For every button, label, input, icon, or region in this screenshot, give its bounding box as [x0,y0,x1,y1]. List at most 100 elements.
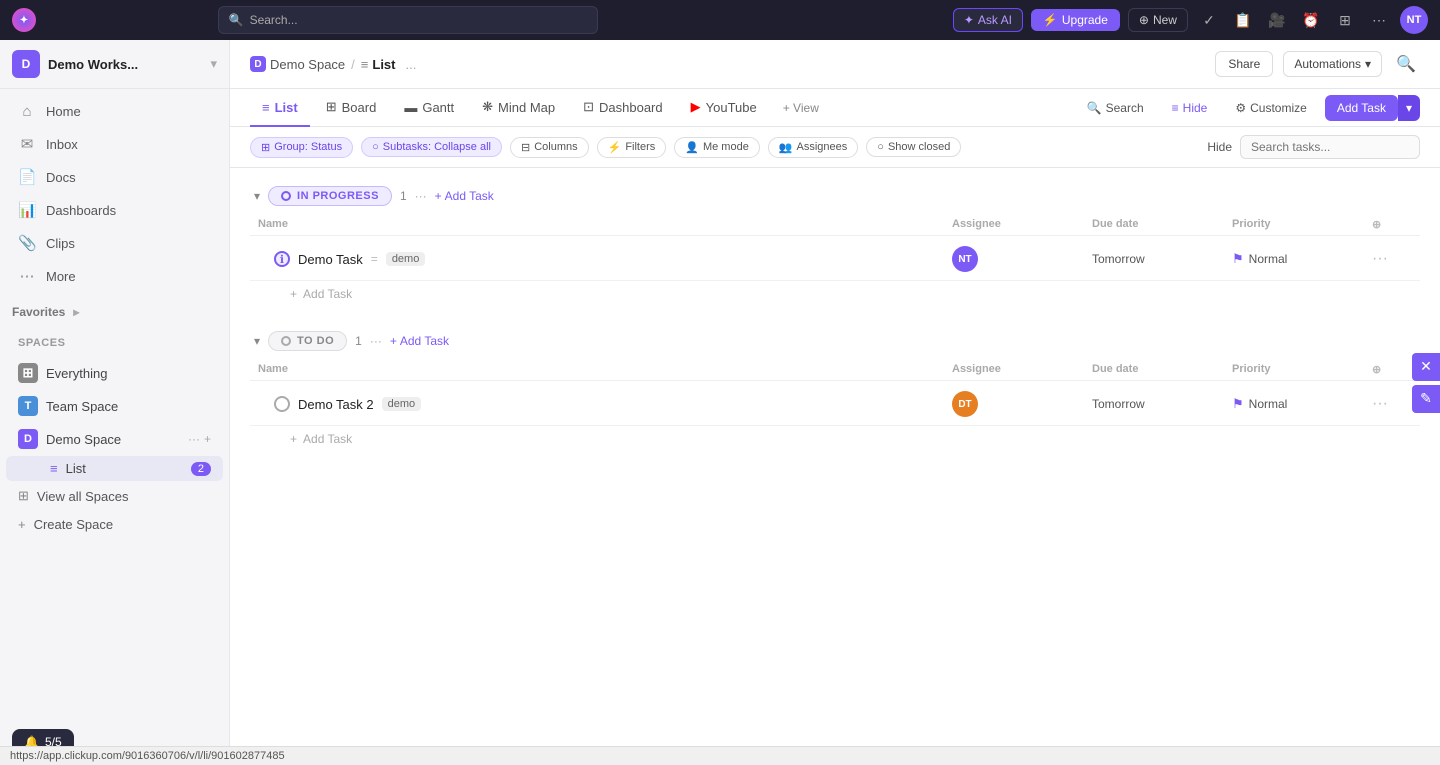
add-task-row-to-do[interactable]: + Add Task [250,426,1420,452]
task-row[interactable]: Demo Task = demo NT Tomorrow ⚑ Normal ··… [250,238,1420,281]
col-name-in-progress: Name [258,218,952,231]
video-icon[interactable]: 🎥 [1264,7,1290,33]
add-view-button[interactable]: + View [773,93,829,123]
add-task-button[interactable]: Add Task [1325,95,1398,121]
sidebar-item-demo-space[interactable]: D Demo Space ··· + [6,423,223,455]
filter-hide-button[interactable]: Hide [1207,140,1232,154]
add-task-row-in-progress[interactable]: + Add Task [250,281,1420,307]
clock-icon[interactable]: ⏰ [1298,7,1324,33]
filters-icon: ⚡ [608,141,622,154]
everything-icon: ⊞ [18,363,38,383]
subtasks-label: Subtasks: Collapse all [383,141,491,153]
group-chevron-in-progress[interactable]: ▾ [254,189,260,203]
breadcrumb-list[interactable]: ≡ List [361,57,396,72]
task-row[interactable]: Demo Task 2 demo DT Tomorrow ⚑ Normal ··… [250,383,1420,426]
new-button[interactable]: ⊕ New [1128,8,1188,32]
demo-space-add-btn[interactable]: + [204,432,211,446]
sidebar-item-everything[interactable]: ⊞ Everything [6,357,223,389]
filter-chip-columns[interactable]: ⊟ Columns [510,137,589,158]
global-search[interactable]: 🔍 Search... [218,6,598,34]
hide-icon: ≡ [1172,101,1179,115]
sidebar-item-docs-label: Docs [46,170,76,185]
upgrade-button[interactable]: ⚡ Upgrade [1031,9,1120,31]
user-avatar-top[interactable]: NT [1400,6,1428,34]
tab-gantt[interactable]: ▬ Gantt [392,90,466,127]
group-more-in-progress[interactable]: ··· [415,189,427,203]
right-float-close-btn[interactable]: ✕ [1412,353,1440,381]
tab-board[interactable]: ⊞ Board [314,89,389,127]
breadcrumb-demo-space[interactable]: D Demo Space [250,56,345,72]
sidebar-item-team-space-label: Team Space [46,399,118,414]
group-header-to-do[interactable]: ▾ TO DO 1 ··· + Add Task [250,323,1420,359]
favorites-section[interactable]: Favorites ▸ [0,299,229,325]
col-add-to-do[interactable]: ⊕ [1372,363,1412,376]
filter-chip-subtasks[interactable]: ○ Subtasks: Collapse all [361,137,502,157]
group-chevron-to-do[interactable]: ▾ [254,334,260,348]
header-search-button[interactable]: 🔍 [1392,50,1420,78]
tab-youtube[interactable]: ▶ YouTube [679,89,769,127]
filter-chip-group-status[interactable]: ⊞ Group: Status [250,137,353,158]
filter-chip-me-mode[interactable]: 👤 Me mode [674,137,760,158]
group-header-in-progress[interactable]: ▾ IN PROGRESS 1 ··· + Add Task [250,178,1420,214]
demo-space-more-btn[interactable]: ··· [188,432,200,446]
sidebar-item-dashboards-label: Dashboards [46,203,116,218]
add-task-chevron-button[interactable]: ▾ [1398,95,1420,121]
group-status-label-in-progress: IN PROGRESS [297,190,379,202]
calendar-icon[interactable]: 📋 [1230,7,1256,33]
col-name-to-do: Name [258,363,952,376]
filter-chip-show-closed[interactable]: ○ Show closed [866,137,961,157]
filter-bar: ⊞ Group: Status ○ Subtasks: Collapse all… [230,127,1440,168]
right-float-buttons: ✕ ✎ [1412,353,1440,413]
filter-chip-filters[interactable]: ⚡ Filters [597,137,667,158]
sidebar-item-more[interactable]: ⋯ More [6,260,223,292]
filter-chip-assignees[interactable]: 👥 Assignees [768,137,858,158]
check-icon[interactable]: ✓ [1196,7,1222,33]
col-add-in-progress[interactable]: ⊕ [1372,218,1412,231]
group-add-task-to-do[interactable]: + Add Task [390,334,449,348]
task-assignee-avatar-1: NT [952,246,978,272]
demo-space-icon: D [18,429,38,449]
task-priority-label-2: Normal [1249,397,1288,411]
automations-button[interactable]: Automations ▾ [1283,51,1382,77]
sidebar-item-inbox[interactable]: ✉ Inbox [6,128,223,160]
group-add-task-in-progress[interactable]: + Add Task [435,189,494,203]
hide-button[interactable]: ≡ Hide [1162,96,1218,120]
tab-dashboard[interactable]: ⊡ Dashboard [571,89,675,127]
sidebar-item-home[interactable]: ⌂ Home [6,96,223,127]
sidebar-item-clips[interactable]: 📎 Clips [6,227,223,259]
ask-ai-button[interactable]: ✦ Ask AI [953,8,1023,32]
search-tasks-input[interactable] [1240,135,1420,159]
group-status-label-to-do: TO DO [297,335,334,347]
top-nav-right: ✦ Ask AI ⚡ Upgrade ⊕ New ✓ 📋 🎥 ⏰ ⊞ ⋯ NT [953,6,1428,34]
tab-youtube-icon: ▶ [691,99,701,115]
apps-icon[interactable]: ⋯ [1366,7,1392,33]
sidebar-item-dashboards[interactable]: 📊 Dashboards [6,194,223,226]
workspace-selector[interactable]: D Demo Works... ▾ [0,40,229,89]
group-more-to-do[interactable]: ··· [370,334,382,348]
task-status-icon-todo [274,396,290,412]
tab-list[interactable]: ≡ List [250,90,310,127]
search-tab-button[interactable]: 🔍 Search [1077,96,1154,120]
tab-mind-map[interactable]: ❋ Mind Map [470,89,567,127]
app-logo[interactable]: ✦ [12,8,36,32]
breadcrumb-more-btn[interactable]: ... [406,57,417,72]
sidebar-item-list[interactable]: ≡ List 2 [6,456,223,481]
filters-label: Filters [625,141,655,153]
sidebar-item-team-space[interactable]: T Team Space [6,390,223,422]
columns-label: Columns [534,141,577,153]
right-float-edit-btn[interactable]: ✎ [1412,385,1440,413]
tab-list-icon: ≡ [262,100,270,115]
sidebar-item-create-space[interactable]: + Create Space [6,511,223,538]
grid-icon[interactable]: ⊞ [1332,7,1358,33]
breadcrumb-separator: / [351,57,355,72]
sidebar-item-docs[interactable]: 📄 Docs [6,161,223,193]
sidebar-item-view-all-spaces[interactable]: ⊞ View all Spaces [6,482,223,510]
group-in-progress: ▾ IN PROGRESS 1 ··· + Add Task Name Assi… [250,178,1420,307]
task-more-btn-2[interactable]: ··· [1372,395,1412,413]
add-task-label-in-progress: Add Task [445,189,494,203]
tab-gantt-label: Gantt [422,100,454,115]
task-assignee-cell-1: NT [952,246,1092,272]
share-button[interactable]: Share [1215,51,1273,77]
task-more-btn-1[interactable]: ··· [1372,250,1412,268]
customize-button[interactable]: ⚙ Customize [1225,96,1316,120]
